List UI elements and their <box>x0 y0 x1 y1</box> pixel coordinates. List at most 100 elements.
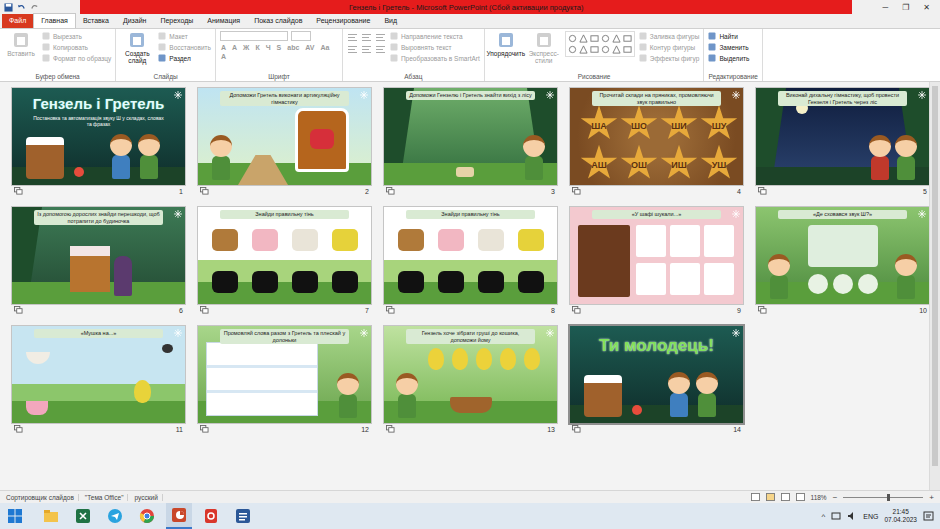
slide-thumbnail[interactable]: Виконай дихальну гімнастику, щоб провест… <box>756 88 929 185</box>
view-icon[interactable] <box>766 493 775 501</box>
ribbon-small-button[interactable]: Выровнять текст <box>390 43 480 51</box>
syllable-star[interactable]: ОШ <box>620 145 658 182</box>
shape-icon[interactable] <box>601 45 610 54</box>
tray-overflow-button[interactable]: ^ <box>822 512 826 521</box>
ribbon-small-button[interactable]: Найти <box>708 32 749 40</box>
shape-icon[interactable] <box>612 34 621 43</box>
shape-icon[interactable] <box>579 34 588 43</box>
paragraph-icon[interactable] <box>361 33 372 42</box>
shape-icon[interactable] <box>601 34 610 43</box>
syllable-star[interactable]: ШО <box>620 105 658 142</box>
paragraph-icon[interactable] <box>347 45 358 54</box>
transition-icon[interactable] <box>758 306 767 314</box>
ribbon-tab[interactable]: Дизайн <box>116 14 154 28</box>
transition-icon[interactable] <box>572 306 581 314</box>
chrome-taskbar-button[interactable] <box>134 503 160 529</box>
slide-cell[interactable]: Знайди правильну тінь8 <box>384 207 557 316</box>
volume-icon[interactable] <box>847 511 857 521</box>
font-button[interactable]: abc <box>286 44 300 51</box>
slide-thumbnail[interactable]: Допоможи Гретель виконати артикуляційну … <box>198 88 371 185</box>
ribbon-small-button[interactable]: Восстановить <box>158 43 211 51</box>
ribbon-small-button[interactable]: Эффекты фигур <box>639 54 700 62</box>
syllable-star[interactable]: ИШ <box>660 145 698 182</box>
shape-icon[interactable] <box>579 45 588 54</box>
ribbon-tab[interactable]: Файл <box>2 14 33 28</box>
syllable-star[interactable]: ША <box>580 105 618 142</box>
slide-cell[interactable]: Гензель хоче зібрати груші до кошика, до… <box>384 326 557 435</box>
explorer-taskbar-button[interactable] <box>38 503 64 529</box>
slide-thumbnail[interactable]: Промовляй слова разом з Гретель та плеск… <box>198 326 371 423</box>
transition-icon[interactable] <box>14 306 23 314</box>
shape-icon[interactable] <box>623 45 632 54</box>
slide-cell[interactable]: Промовляй слова разом з Гретель та плеск… <box>198 326 371 435</box>
syllable-star[interactable]: УШ <box>700 145 738 182</box>
ribbon-large-button[interactable]: Упорядочить <box>489 31 523 57</box>
transition-icon[interactable] <box>386 306 395 314</box>
windows-start-icon[interactable] <box>8 509 22 523</box>
ribbon-tab[interactable]: Вставка <box>76 14 116 28</box>
font-button[interactable]: Ч <box>265 44 272 51</box>
font-button[interactable]: AV <box>304 44 315 51</box>
shape-icon[interactable] <box>623 34 632 43</box>
word-taskbar-button[interactable] <box>230 503 256 529</box>
ribbon-small-button[interactable]: Преобразовать в SmartArt <box>390 54 480 62</box>
slide-thumbnail[interactable]: «У шафі шукали...» <box>570 207 743 304</box>
slide-cell[interactable]: Прочитай склади на пряниках, промовляючи… <box>570 88 743 197</box>
slide-thumbnail[interactable]: «Де сховався звук Ш?» <box>756 207 929 304</box>
slide-thumbnail[interactable]: Гензель і ГретельПостановка та автоматиз… <box>12 88 185 185</box>
telegram-taskbar-button[interactable] <box>102 503 128 529</box>
ribbon-small-button[interactable]: Контур фигуры <box>639 43 700 51</box>
slide-thumbnail[interactable]: Гензель хоче зібрати груші до кошика, до… <box>384 326 557 423</box>
view-icon[interactable] <box>796 493 805 501</box>
slide-cell[interactable]: «Мушка на...»11 <box>12 326 185 435</box>
ribbon-large-button[interactable]: Экспресс-стили <box>527 31 561 65</box>
transition-icon[interactable] <box>758 187 767 195</box>
ribbon-tab[interactable]: Анимация <box>200 14 247 28</box>
ribbon-tab[interactable]: Переходы <box>153 14 200 28</box>
slide-thumbnail[interactable]: Допоможи Гензелю і Гретель знайти вихід … <box>384 88 557 185</box>
vertical-scrollbar[interactable] <box>929 82 940 490</box>
zoom-slider[interactable] <box>843 497 923 498</box>
shape-icon[interactable] <box>568 45 577 54</box>
view-icon[interactable] <box>751 493 760 501</box>
clock[interactable]: 21:4507.04.2023 <box>884 508 917 524</box>
paragraph-icon[interactable] <box>361 45 372 54</box>
zoom-out-button[interactable]: − <box>833 493 838 502</box>
ribbon-small-button[interactable]: Формат по образцу <box>42 54 111 62</box>
slide-thumbnail[interactable]: Знайди правильну тінь <box>384 207 557 304</box>
shape-icon[interactable] <box>568 34 577 43</box>
excel-taskbar-button[interactable] <box>70 503 96 529</box>
slide-cell[interactable]: Допоможи Гензелю і Гретель знайти вихід … <box>384 88 557 197</box>
ribbon-small-button[interactable]: Направление текста <box>390 32 480 40</box>
transition-icon[interactable] <box>386 187 395 195</box>
transition-icon[interactable] <box>200 187 209 195</box>
font-name-field[interactable] <box>220 31 288 41</box>
ribbon-small-button[interactable]: Заливка фигуры <box>639 32 700 40</box>
ribbon-tab[interactable]: Рецензирование <box>309 14 377 28</box>
paragraph-icon[interactable] <box>347 33 358 42</box>
slide-cell[interactable]: Знайди правильну тінь7 <box>198 207 371 316</box>
redo-icon[interactable] <box>30 3 39 12</box>
zoom-level[interactable]: 118% <box>811 494 827 501</box>
undo-icon[interactable] <box>17 3 26 12</box>
slide-thumbnail[interactable]: Прочитай склади на пряниках, промовляючи… <box>570 88 743 185</box>
ribbon-small-button[interactable]: Вырезать <box>42 32 111 40</box>
syllable-star[interactable]: ШУ <box>700 105 738 142</box>
slide-cell[interactable]: Допоможи Гретель виконати артикуляційну … <box>198 88 371 197</box>
font-button[interactable]: Ж <box>242 44 250 51</box>
ribbon-small-button[interactable]: Макет <box>158 32 211 40</box>
slide-thumbnail[interactable]: Ти молодець! <box>570 326 743 423</box>
ribbon-small-button[interactable]: Заменить <box>708 43 749 51</box>
ribbon-tab[interactable]: Показ слайдов <box>247 14 309 28</box>
reader-taskbar-button[interactable] <box>198 503 224 529</box>
ribbon-tab[interactable]: Вид <box>377 14 404 28</box>
network-icon[interactable] <box>831 511 841 521</box>
ribbon-small-button[interactable]: Копировать <box>42 43 111 51</box>
paragraph-icon[interactable] <box>375 45 386 54</box>
transition-icon[interactable] <box>572 187 581 195</box>
font-button[interactable]: A <box>220 44 227 51</box>
ribbon-large-button[interactable]: Вставить <box>4 31 38 57</box>
slide-thumbnail[interactable]: Із допомогою дорослих знайди перешкоди, … <box>12 207 185 304</box>
view-icon[interactable] <box>781 493 790 501</box>
ribbon-large-button[interactable]: Создать слайд <box>120 31 154 65</box>
